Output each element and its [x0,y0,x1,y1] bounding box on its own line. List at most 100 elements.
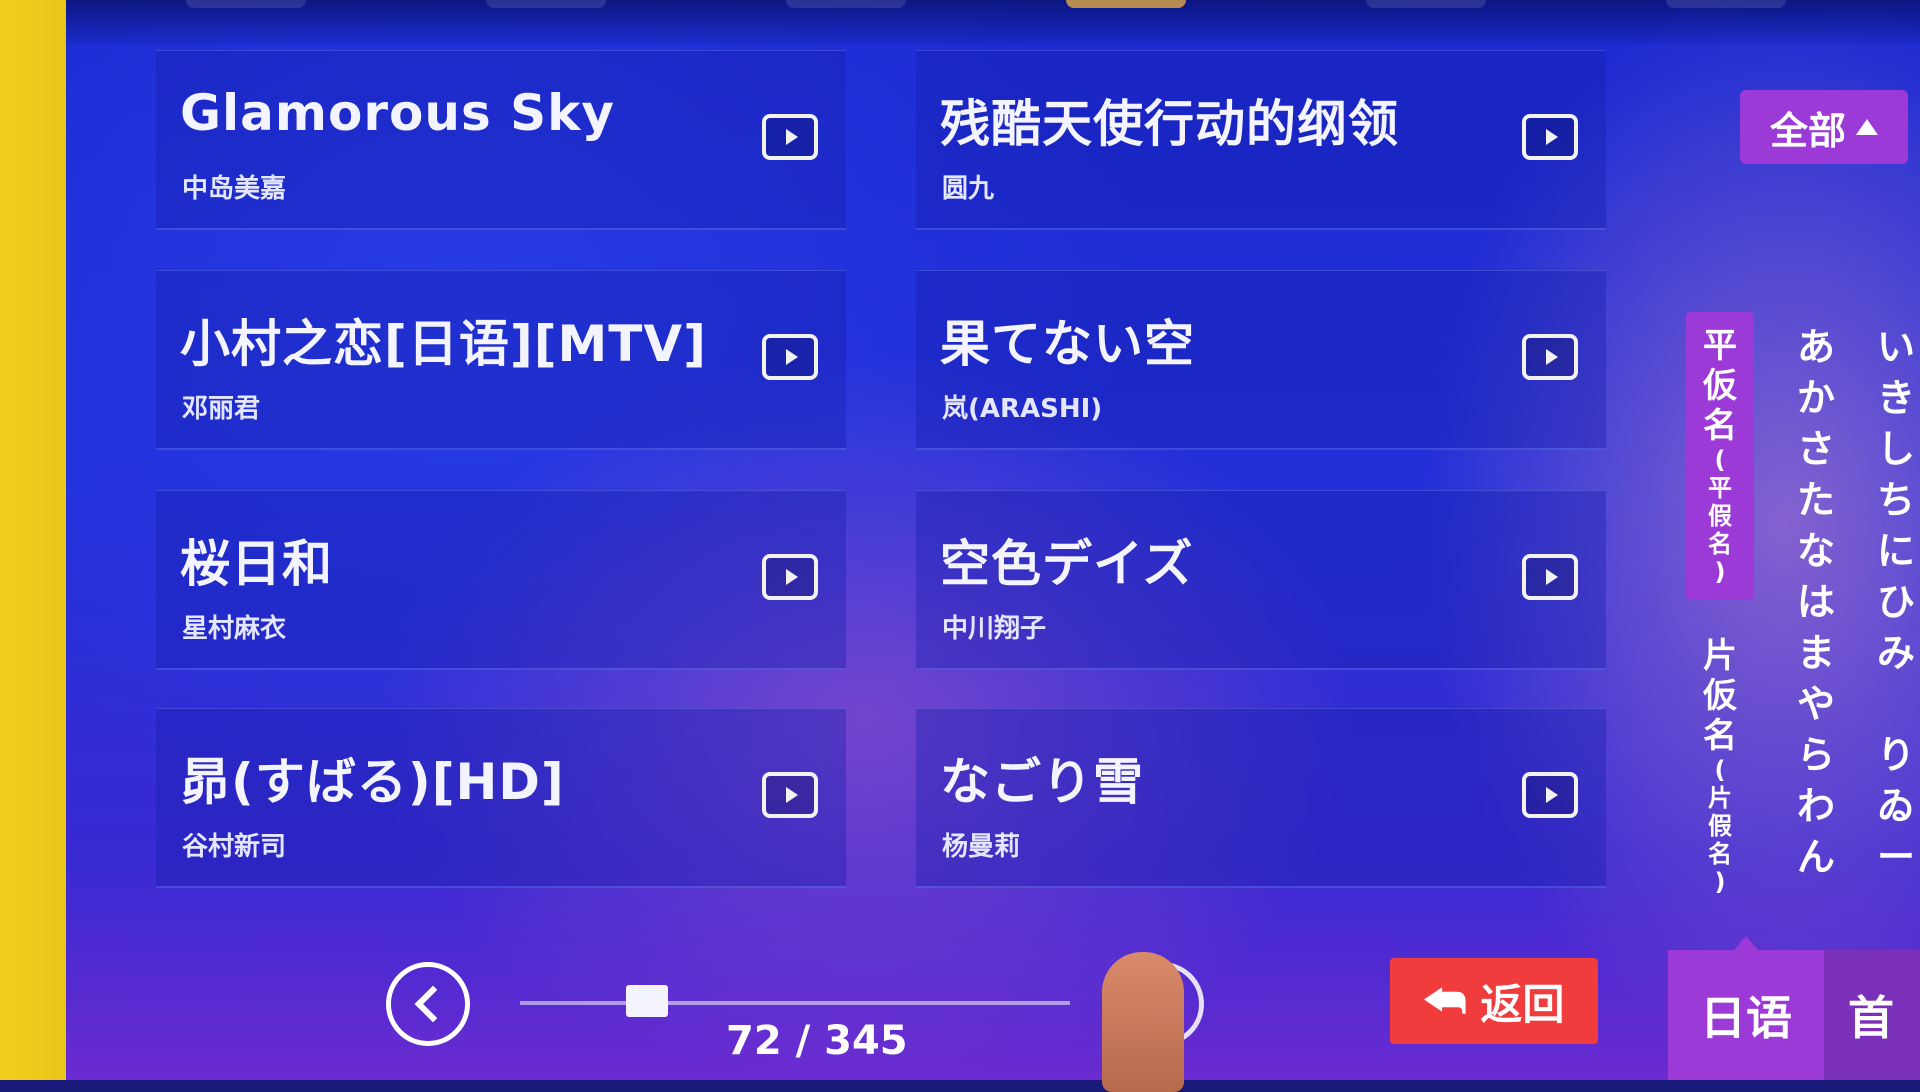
kana-index-column-a: あ か さ た な は ま や ら わ ん [1786,322,1846,883]
song-title: 空色デイズ [940,535,1194,593]
home-button[interactable]: 首 [1824,950,1920,1080]
kana-key[interactable]: は [1797,577,1835,628]
play-preview-button[interactable] [1522,772,1578,818]
play-preview-button[interactable] [762,114,818,160]
category-tab[interactable] [486,0,606,8]
tab-char: 片 [1708,784,1732,812]
song-title: 残酷天使行动的纲领 [940,95,1399,153]
song-artist: 谷村新司 [182,832,287,862]
tab-char: 假 [1708,812,1732,840]
category-tab[interactable] [1366,0,1486,8]
kana-key[interactable]: ま [1797,628,1835,679]
song-title: Glamorous Sky [180,84,615,142]
song-title: 昴(すばる)[HD] [180,753,565,811]
kana-key[interactable]: ひ [1877,577,1915,628]
back-arrow-icon: ⮪ [1423,974,1467,1028]
page-progress-knob[interactable] [626,985,668,1017]
kana-key[interactable]: ゐ [1877,781,1915,832]
kana-key[interactable]: ん [1797,832,1835,883]
tab-char: 平 [1708,474,1732,502]
tab-char: ( [1714,446,1726,474]
song-artist: 中岛美嘉 [182,174,287,204]
kana-key[interactable]: き [1877,373,1915,424]
tab-char: ( [1714,756,1726,784]
filter-dropdown-button[interactable]: 全部 [1740,90,1908,164]
back-label: 返回 [1480,979,1565,1029]
play-preview-button[interactable] [762,554,818,600]
song-card[interactable]: 昴(すばる)[HD] 谷村新司 [156,708,846,888]
kana-key[interactable]: し [1877,424,1915,475]
play-icon [1545,569,1558,585]
play-preview-button[interactable] [1522,334,1578,380]
category-tab[interactable] [786,0,906,8]
kana-key[interactable]: あ [1797,322,1835,373]
caret-up-icon [1856,119,1878,135]
kana-key[interactable]: ー [1877,832,1915,883]
tab-hiragana[interactable]: 平 仮 名 ( 平 假 名 ) [1686,312,1754,600]
song-card[interactable]: 小村之恋[日语][MTV] 邓丽君 [156,270,846,450]
category-tab[interactable] [1666,0,1786,8]
language-tab-japanese[interactable]: 日语 [1668,936,1824,1080]
kana-key[interactable]: や [1797,679,1835,730]
song-title: なごり雪 [940,753,1144,811]
song-title: 小村之恋[日语][MTV] [180,315,707,373]
kana-key[interactable]: な [1797,526,1835,577]
kana-index-column-i: い き し ち に ひ み り ゐ ー [1866,322,1920,883]
song-artist: 星村麻衣 [182,614,287,644]
play-icon [785,129,798,145]
song-card[interactable]: Glamorous Sky 中岛美嘉 [156,50,846,230]
kana-key[interactable]: ち [1877,475,1915,526]
tab-katakana[interactable]: 片 仮 名 ( 片 假 名 ) [1686,636,1754,896]
tab-char: ) [1714,868,1726,896]
page-progress-track[interactable] [520,1001,1070,1005]
tab-char: 假 [1708,502,1732,530]
play-icon [785,569,798,585]
filter-label: 全部 [1769,108,1846,153]
play-icon [1545,129,1558,145]
tab-char: 仮 [1703,676,1737,716]
tab-char: 片 [1703,636,1737,676]
play-preview-button[interactable] [762,772,818,818]
home-label: 首 [1848,991,1894,1045]
kana-key[interactable]: か [1797,373,1835,424]
tab-char: 名 [1703,716,1737,756]
kana-key[interactable]: さ [1797,424,1835,475]
prev-page-button[interactable] [386,962,470,1046]
top-category-bar [66,0,1920,44]
kana-key[interactable]: い [1877,322,1915,373]
song-card[interactable]: 空色デイズ 中川翔子 [916,490,1606,670]
kana-key[interactable]: り [1877,730,1915,781]
play-icon [785,349,798,365]
song-title: 果てない空 [940,315,1195,373]
kana-key[interactable]: に [1877,526,1915,577]
song-card[interactable]: 残酷天使行动的纲领 圆九 [916,50,1606,230]
page-counter: 72 / 345 [726,1018,908,1064]
song-artist: 中川翔子 [942,614,1047,644]
song-artist: 杨曼莉 [942,832,1021,862]
play-preview-button[interactable] [1522,114,1578,160]
song-title: 桜日和 [180,535,333,593]
tab-char: ) [1714,558,1726,586]
kana-key[interactable]: み [1877,628,1915,679]
tab-char: 名 [1708,840,1732,868]
tab-char: 仮 [1703,366,1737,406]
kana-key[interactable]: た [1797,475,1835,526]
category-tab[interactable] [186,0,306,8]
play-preview-button[interactable] [762,334,818,380]
chevron-left-icon [414,985,452,1023]
back-button[interactable]: ⮪ 返回 [1390,958,1598,1044]
kana-key[interactable]: わ [1797,781,1835,832]
category-tab-active[interactable] [1066,0,1186,8]
kana-key[interactable]: ら [1797,730,1835,781]
song-card[interactable]: 桜日和 星村麻衣 [156,490,846,670]
song-card[interactable]: なごり雪 杨曼莉 [916,708,1606,888]
play-preview-button[interactable] [1522,554,1578,600]
finger-occlusion [1102,952,1184,1092]
song-artist: 岚(ARASHI) [942,394,1103,424]
tab-char: 名 [1708,530,1732,558]
play-icon [1545,349,1558,365]
song-card[interactable]: 果てない空 岚(ARASHI) [916,270,1606,450]
active-pointer-icon [1734,936,1758,950]
tab-char: 名 [1703,406,1737,446]
language-label: 日语 [1700,991,1792,1045]
